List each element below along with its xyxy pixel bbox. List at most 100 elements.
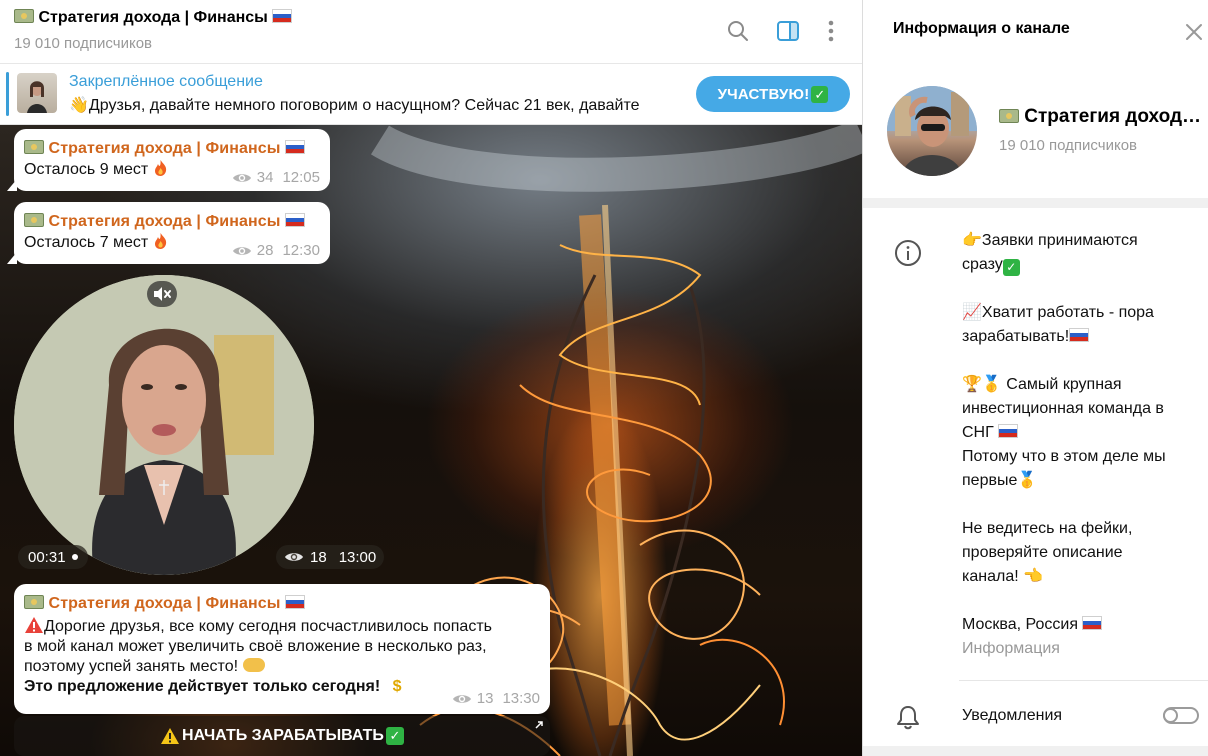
channel-avatar[interactable] — [887, 86, 977, 176]
channel-avatar-image — [887, 86, 977, 176]
russia-flag-icon — [285, 595, 306, 609]
description-blank — [962, 589, 1200, 613]
post-meta: 13 13:30 — [452, 690, 540, 707]
sidebar-toggle-button[interactable] — [775, 18, 801, 44]
fire-emoji-icon — [154, 160, 166, 176]
description-text: Самый крупная — [1006, 376, 1122, 393]
section-divider — [863, 198, 1208, 208]
waving-hand-emoji-icon: 👋 — [69, 97, 89, 114]
check-mark-emoji-icon: ✓ — [1002, 259, 1020, 276]
video-duration: 00:31 — [28, 548, 66, 566]
message-author: Стратегия дохода | Финансы — [24, 129, 320, 158]
video-message[interactable] — [14, 275, 314, 575]
description-blank — [962, 277, 1200, 301]
description-text: Не ведитесь на фейки, — [962, 520, 1133, 537]
message-meta: 28 12:30 — [232, 242, 320, 259]
notifications-toggle[interactable] — [1163, 707, 1199, 724]
post-views: 13 — [476, 690, 494, 707]
description-text: зарабатывать! — [962, 328, 1070, 345]
description-line: первые🥇 — [962, 469, 1200, 493]
pinned-thumbnail-image — [27, 81, 47, 113]
description-line: Потому что в этом деле мы — [962, 445, 1200, 469]
post-text: Дорогие друзья, все кому сегодня посчаст… — [24, 616, 540, 697]
trophy-emoji-icon: 🏆 — [962, 376, 982, 393]
message-views: 34 — [256, 169, 274, 186]
video-time: 13:00 — [338, 548, 377, 566]
russia-flag-icon — [1069, 328, 1090, 342]
toggle-knob — [1163, 708, 1178, 723]
message-bubble[interactable]: Стратегия дохода | Финансы Осталось 9 ме… — [7, 129, 330, 191]
pinned-title: Закреплённое сообщение — [69, 73, 263, 90]
message-author-name: Стратегия дохода | Финансы — [48, 140, 281, 157]
post-line: Дорогие друзья, все кому сегодня посчаст… — [24, 616, 540, 637]
post-line-text: поэтому успей занять место! — [24, 658, 239, 675]
description-text: СНГ — [962, 424, 994, 441]
description-label: Информация — [962, 640, 1060, 657]
russia-flag-icon — [285, 213, 306, 227]
russia-flag-icon — [272, 9, 293, 23]
check-mark-emoji-icon: ✓ — [385, 727, 404, 745]
notifications-label: Уведомления — [962, 707, 1063, 724]
sidebar-toggle-icon — [777, 21, 799, 41]
message-author: Стратегия дохода | Финансы — [24, 202, 320, 231]
section-divider — [863, 746, 1208, 756]
message-author-name: Стратегия дохода | Финансы — [48, 213, 281, 230]
start-earning-label: НАЧАТЬ ЗАРАБАТЫВАТЬ — [182, 727, 384, 744]
post-line-text: Это предложение действует только сегодня… — [24, 678, 381, 695]
message-bubble[interactable]: Стратегия дохода | Финансы Осталось 7 ме… — [7, 202, 330, 264]
channel-name-text: Стратегия дохода | Финансы — [1024, 106, 1203, 127]
more-vertical-icon — [828, 20, 834, 42]
video-frame — [14, 275, 314, 575]
post-time: 13:30 — [502, 690, 540, 707]
description-text: Потому что в этом деле мы — [962, 448, 1166, 465]
participate-button[interactable]: УЧАСТВУЮ! ✓ — [696, 76, 850, 112]
description-line: Москва, Россия — [962, 613, 1200, 637]
description-line: 📈Хватит работать - пора — [962, 301, 1200, 325]
chat-title-text: Стратегия дохода | Финансы — [38, 9, 268, 26]
description-line: 🏆🥇 Самый крупная — [962, 373, 1200, 397]
medal-emoji-icon: 🥇 — [981, 376, 1002, 393]
description-blank — [962, 493, 1200, 517]
description-text: Москва, Россия — [962, 616, 1078, 633]
participate-button-label: УЧАСТВУЮ! — [717, 85, 810, 103]
description-text: проверяйте описание — [962, 544, 1123, 561]
unmute-button[interactable] — [147, 281, 177, 307]
mute-icon — [154, 287, 171, 301]
money-emoji-icon — [24, 595, 44, 609]
description-text: канала! — [962, 568, 1019, 585]
search-button[interactable] — [725, 18, 751, 44]
description-line: Не ведитесь на фейки, — [962, 517, 1200, 541]
description-line: 👉Заявки принимаются — [962, 229, 1200, 253]
description-text: Хватит работать - пора — [981, 304, 1154, 321]
start-earning-button[interactable]: НАЧАТЬ ЗАРАБАТЫВАТЬ ✓ — [14, 716, 550, 756]
message-views: 28 — [256, 242, 274, 259]
channel-subscribers: 19 010 подписчиков — [999, 137, 1138, 154]
chat-title[interactable]: Стратегия дохода | Финансы — [14, 9, 293, 27]
chat-pane: Стратегия дохода | Финансы 19 010 подпис… — [0, 0, 862, 756]
channel-info-panel: Информация о канале Стратегия дохода | Ф… — [862, 0, 1208, 756]
video-views: 18 — [310, 548, 327, 566]
info-panel-title: Информация о канале — [893, 20, 1070, 37]
pointing-hand-emoji-icon: 👉 — [962, 232, 982, 249]
row-divider — [959, 680, 1208, 681]
description-text: инвестиционная команда в — [962, 400, 1164, 417]
russia-flag-icon — [1082, 616, 1103, 630]
more-button[interactable] — [818, 18, 844, 44]
channel-name: Стратегия дохода | Финансы — [999, 106, 1203, 128]
message-text-content: Осталось 9 мест — [24, 161, 149, 178]
post-author-name: Стратегия дохода | Финансы — [48, 595, 281, 612]
eye-icon — [232, 246, 251, 255]
eye-icon — [232, 173, 251, 182]
description-blank — [962, 349, 1200, 373]
message-text-content: Осталось 7 мест — [24, 234, 149, 251]
medal-emoji-icon: 🥇 — [1017, 472, 1038, 489]
bell-icon — [897, 706, 919, 730]
close-button[interactable] — [1183, 21, 1205, 43]
post-author: Стратегия дохода | Финансы — [24, 584, 540, 613]
description-text: сразу — [962, 256, 1003, 273]
post-bubble[interactable]: Стратегия дохода | Финансы Дорогие друзь… — [14, 584, 550, 714]
description-line: сразу ✓ — [962, 253, 1200, 277]
pointing-left-emoji-icon: 👈 — [1023, 568, 1044, 585]
channel-description: 👉Заявки принимаются сразу ✓ 📈Хватит работ… — [962, 229, 1200, 637]
money-emoji-icon — [24, 140, 44, 154]
